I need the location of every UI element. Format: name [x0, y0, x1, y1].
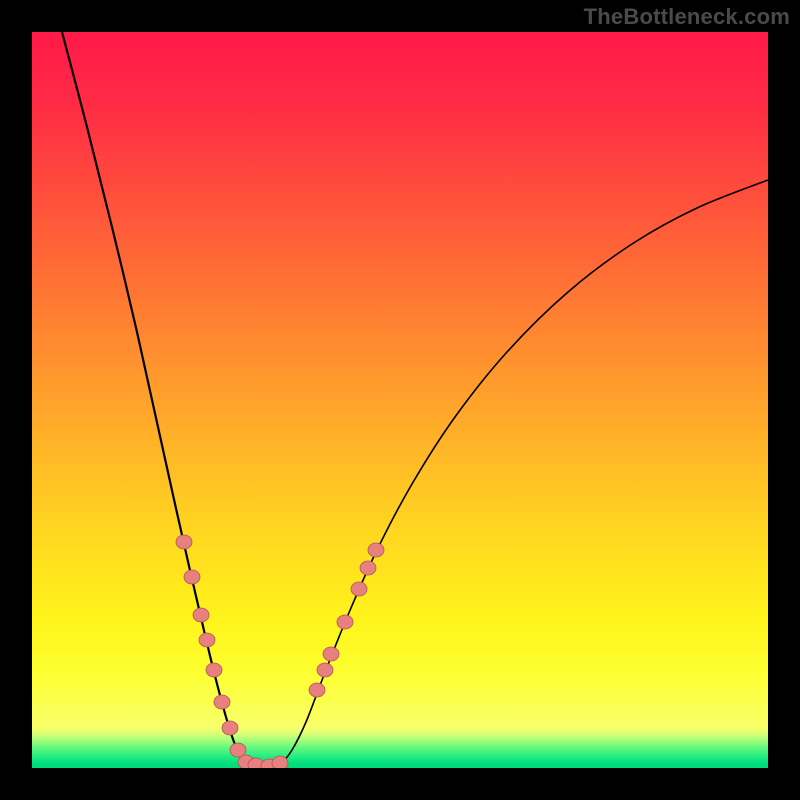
- dot-layer: [176, 535, 384, 768]
- data-dot: [222, 721, 238, 735]
- data-dot: [360, 561, 376, 575]
- data-dot: [184, 570, 200, 584]
- data-dot: [351, 582, 367, 596]
- data-dot: [199, 633, 215, 647]
- data-dot: [176, 535, 192, 549]
- data-dot: [368, 543, 384, 557]
- data-dot: [206, 663, 222, 677]
- data-dot: [309, 683, 325, 697]
- right-curve: [272, 180, 768, 765]
- plot-area: [32, 32, 768, 768]
- chart-frame: TheBottleneck.com: [0, 0, 800, 800]
- data-dot: [214, 695, 230, 709]
- data-dot: [337, 615, 353, 629]
- data-dot: [317, 663, 333, 677]
- left-curve: [62, 32, 256, 765]
- data-dot: [272, 756, 288, 768]
- data-dot: [193, 608, 209, 622]
- chart-svg: [32, 32, 768, 768]
- watermark-text: TheBottleneck.com: [584, 4, 790, 30]
- data-dot: [323, 647, 339, 661]
